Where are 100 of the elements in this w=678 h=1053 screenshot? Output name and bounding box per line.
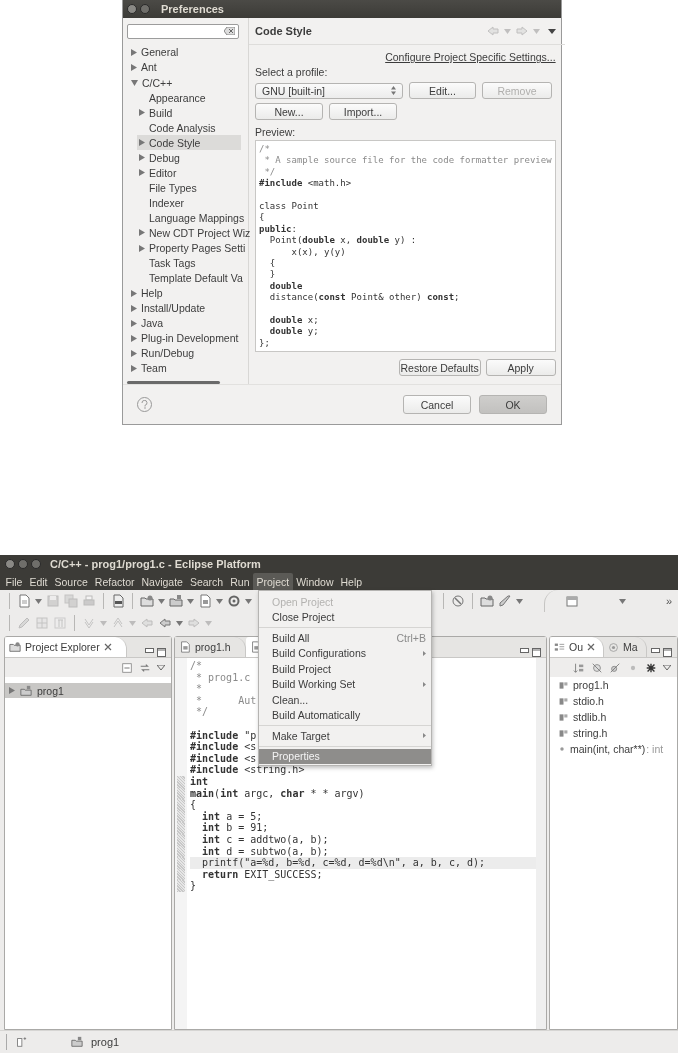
- outline-item[interactable]: stdlib.h: [550, 709, 677, 725]
- menu-item[interactable]: File: [2, 573, 26, 590]
- expand-arrow-icon[interactable]: [131, 289, 137, 297]
- tree-item[interactable]: Task Tags: [137, 255, 241, 271]
- maximize-icon[interactable]: [532, 648, 541, 657]
- tree-item[interactable]: Plug-in Development: [129, 330, 241, 346]
- expand-arrow-icon[interactable]: [139, 109, 145, 117]
- menu-item[interactable]: Project: [253, 573, 293, 590]
- expand-arrow-icon[interactable]: [131, 349, 137, 357]
- tree-item[interactable]: Code Analysis: [137, 120, 241, 136]
- window-icon[interactable]: [564, 594, 579, 608]
- profile-select[interactable]: GNU [built-in]: [255, 82, 403, 99]
- expand-arrow-icon[interactable]: [131, 334, 137, 342]
- menu-item[interactable]: Run: [226, 573, 253, 590]
- gear-icon[interactable]: [227, 594, 241, 608]
- tree-item[interactable]: Build: [137, 105, 241, 121]
- clear-icon[interactable]: [224, 27, 235, 36]
- tree-item[interactable]: Appearance: [137, 90, 241, 106]
- caret-icon[interactable]: [176, 620, 183, 626]
- expand-arrow-icon[interactable]: [139, 229, 145, 237]
- page-button[interactable]: Apply: [485, 359, 556, 376]
- tree-item[interactable]: Code Style: [137, 135, 241, 151]
- fast-view-icon[interactable]: [15, 1036, 27, 1048]
- expand-arrow-icon[interactable]: [131, 48, 137, 56]
- menu-item[interactable]: Build Configurations: [259, 645, 431, 661]
- tree-item[interactable]: Template Default Va: [137, 270, 243, 286]
- minimize-icon[interactable]: [520, 648, 529, 654]
- caret-icon[interactable]: [216, 598, 223, 604]
- menu-icon[interactable]: [663, 665, 671, 670]
- collapse-all-icon[interactable]: [121, 661, 133, 674]
- page-button[interactable]: Restore Defaults: [398, 359, 481, 376]
- menu-item[interactable]: Build Project: [259, 661, 431, 677]
- menu-item[interactable]: Build Working Set: [259, 676, 431, 692]
- menu-item[interactable]: Help: [337, 573, 366, 590]
- tree-item[interactable]: General: [129, 44, 241, 60]
- folder-icon[interactable]: [480, 594, 494, 608]
- tree-item[interactable]: File Types: [137, 180, 241, 196]
- tree-item[interactable]: Indexer: [137, 195, 241, 211]
- close-button[interactable]: [5, 559, 15, 569]
- maximize-button[interactable]: [31, 559, 41, 569]
- dialog-button[interactable]: OK: [479, 395, 547, 414]
- menu-item[interactable]: Clean...: [259, 692, 431, 708]
- expand-arrow-icon[interactable]: [131, 364, 137, 372]
- menu-item[interactable]: Build All Ctrl+B: [259, 630, 431, 646]
- menu-item[interactable]: Window: [292, 573, 338, 590]
- caret-icon[interactable]: [618, 598, 626, 604]
- outline-item[interactable]: string.h: [550, 725, 677, 741]
- menu-item[interactable]: Make Target: [259, 728, 431, 744]
- tree-item[interactable]: Debug: [137, 150, 241, 166]
- menu-item[interactable]: Navigate: [138, 573, 187, 590]
- binary-file-icon[interactable]: [111, 594, 125, 608]
- menu-icon[interactable]: [547, 28, 556, 34]
- outline-item[interactable]: prog1.h: [550, 677, 677, 693]
- tree-item[interactable]: prog1: [5, 683, 171, 698]
- tree-item[interactable]: Run/Debug: [129, 345, 241, 361]
- view-tab[interactable]: Project Explorer: [5, 637, 127, 657]
- tree-item[interactable]: Property Pages Setti: [137, 240, 246, 256]
- outline-item[interactable]: stdio.h: [550, 693, 677, 709]
- caret-icon[interactable]: [158, 598, 165, 604]
- caret-icon[interactable]: [516, 598, 523, 604]
- expand-arrow-icon[interactable]: [9, 687, 15, 694]
- tree-item[interactable]: Java: [129, 315, 241, 331]
- close-button[interactable]: [127, 4, 137, 14]
- profile-button[interactable]: Import...: [329, 103, 397, 120]
- expand-arrow-icon[interactable]: [139, 154, 145, 162]
- expand-arrow-icon[interactable]: [139, 244, 145, 252]
- document-icon[interactable]: [17, 594, 31, 608]
- expand-arrow-icon[interactable]: [139, 169, 145, 177]
- minimize-icon[interactable]: [651, 648, 660, 654]
- expand-arrow-icon[interactable]: [131, 63, 137, 71]
- tree-item[interactable]: Team: [129, 360, 241, 376]
- menu-item[interactable]: Search: [186, 573, 227, 590]
- maximize-icon[interactable]: [663, 648, 672, 657]
- tree-item[interactable]: Ant: [129, 59, 241, 75]
- settings-link[interactable]: Configure Project Specific Settings...: [385, 51, 556, 63]
- profile-button[interactable]: Edit...: [409, 82, 476, 99]
- menu-item[interactable]: Refactor: [91, 573, 138, 590]
- profile-button[interactable]: New...: [255, 103, 323, 120]
- maximize-icon[interactable]: [157, 648, 166, 657]
- hide-fields-icon[interactable]: [591, 661, 603, 674]
- document-icon[interactable]: [198, 594, 212, 608]
- menu-item[interactable]: Close Project: [259, 609, 431, 625]
- tree-item[interactable]: Install/Update: [129, 300, 241, 316]
- folder-icon[interactable]: [169, 594, 183, 608]
- editor-tab[interactable]: prog1.h: [175, 637, 246, 657]
- outline-item[interactable]: main(int, char**): int: [550, 741, 677, 757]
- asterisk-icon[interactable]: [645, 661, 657, 674]
- menu-icon[interactable]: [157, 665, 165, 670]
- caret-icon[interactable]: [187, 598, 194, 604]
- dialog-button[interactable]: Cancel: [403, 395, 471, 414]
- sort-icon[interactable]: [573, 661, 585, 674]
- close-icon[interactable]: [103, 643, 112, 651]
- menu-item[interactable]: Build Automatically: [259, 707, 431, 723]
- tree-item[interactable]: New CDT Project Wiz: [137, 225, 251, 241]
- overflow-chevron[interactable]: »: [665, 595, 672, 607]
- tree-item[interactable]: Help: [129, 285, 241, 301]
- back-arrow-icon[interactable]: [158, 616, 172, 630]
- expand-arrow-icon[interactable]: [131, 319, 137, 327]
- view-tab[interactable]: Ma: [604, 637, 647, 657]
- minimize-button[interactable]: [140, 4, 150, 14]
